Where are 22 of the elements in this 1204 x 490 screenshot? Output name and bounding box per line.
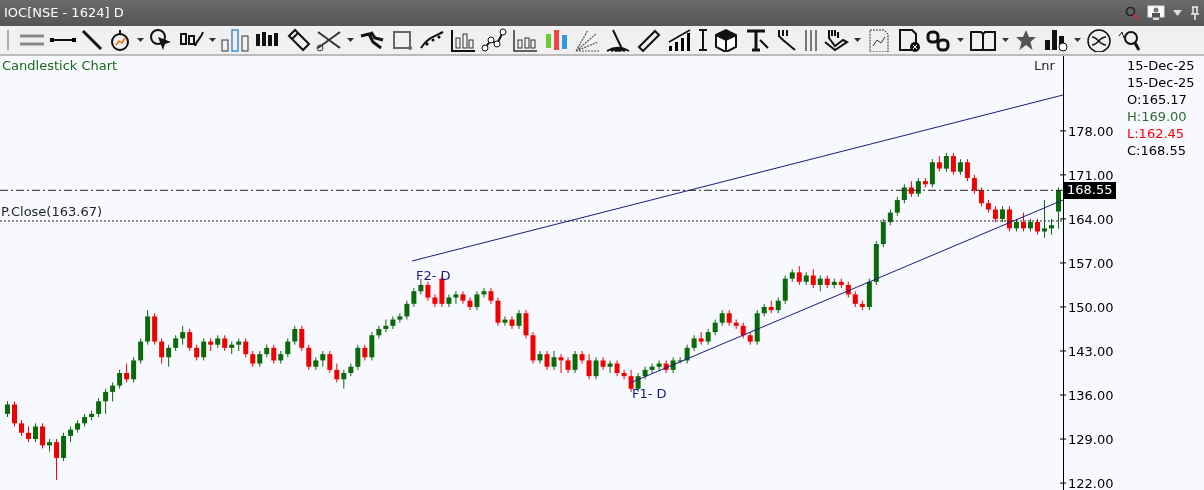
scale-mode-label: Lnr <box>1034 59 1055 72</box>
window-title: IOC[NSE - 1624] D <box>4 4 124 23</box>
previous-close-label: P.Close(163.67) <box>1 205 102 218</box>
last-price-tag: 168.55 <box>1064 182 1116 199</box>
trendline-label: F2- D <box>416 269 451 282</box>
price-axis-label: 164.00 <box>1068 211 1114 227</box>
price-axis-label: 171.00 <box>1068 167 1114 183</box>
price-axis-label: 129.00 <box>1068 432 1114 448</box>
price-axis-label: 178.00 <box>1068 123 1114 139</box>
ohlc-info-text: C:168.55 <box>1127 144 1186 157</box>
ohlc-info-text: L:162.45 <box>1127 127 1185 140</box>
ohlc-info-text: H:169.00 <box>1127 110 1187 123</box>
price-axis-label: 122.00 <box>1068 476 1114 490</box>
price-axis-label: 136.00 <box>1068 388 1114 403</box>
ohlc-info-text: 15-Dec-25 <box>1127 59 1195 72</box>
price-axis-label: 143.00 <box>1068 344 1114 359</box>
chart-title: Candlestick Chart <box>2 59 118 72</box>
price-axis-label: 150.00 <box>1068 299 1114 315</box>
ohlc-info-text: 15-Dec-25 <box>1127 76 1195 89</box>
trendline-label: F1- D <box>632 387 667 400</box>
ohlc-info-text: O:165.17 <box>1127 93 1187 106</box>
price-axis-label: 157.00 <box>1068 255 1114 271</box>
